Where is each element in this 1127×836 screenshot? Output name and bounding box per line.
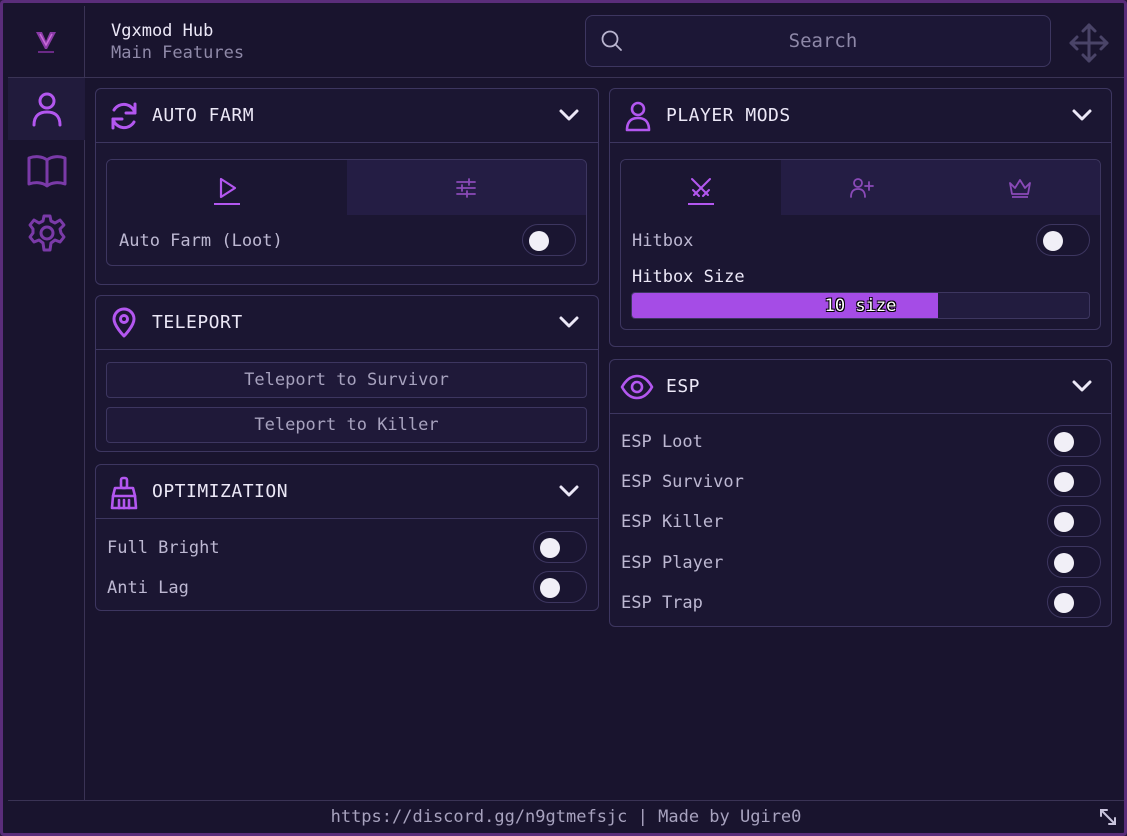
eye-icon [620, 373, 654, 405]
auto-farm-tabbox: Auto Farm (Loot) [106, 159, 587, 266]
slider-value: 10 size [824, 296, 897, 316]
esp-survivor-label: ESP Survivor [621, 472, 744, 492]
esp-loot-toggle[interactable] [1047, 425, 1101, 457]
player-mods-header[interactable]: PLAYER MODS [610, 89, 1111, 143]
chevron-down-icon[interactable] [1071, 378, 1093, 398]
auto-farm-title: AUTO FARM [152, 105, 255, 126]
teleport-panel: TELEPORT Teleport to Survivor Teleport t… [95, 295, 599, 452]
auto-farm-panel: AUTO FARM Auto Farm (Loot) [95, 88, 599, 285]
user-icon [32, 92, 61, 127]
search-icon [600, 29, 624, 57]
header: Vgxmod Hub Main Features Search [8, 6, 1124, 78]
esp-panel: ESP ESP Loot ESP Survivor ESP Killer ESP… [609, 359, 1112, 627]
esp-player-toggle[interactable] [1047, 546, 1101, 578]
auto-farm-toggle[interactable] [522, 224, 576, 256]
esp-player-label: ESP Player [621, 553, 724, 573]
teleport-title: TELEPORT [152, 312, 243, 333]
move-icon[interactable] [1068, 22, 1110, 68]
user-plus-icon [849, 177, 874, 198]
tab-combat[interactable] [621, 160, 781, 215]
tab-crown[interactable] [940, 160, 1100, 215]
auto-farm-tabs [107, 160, 586, 215]
player-mods-title: PLAYER MODS [666, 105, 791, 126]
teleport-killer-button[interactable]: Teleport to Killer [106, 407, 587, 443]
toggle-knob [1054, 432, 1074, 452]
toggle-knob [1054, 472, 1074, 492]
player-mods-tabbox: Hitbox Hitbox Size 10 size [620, 159, 1101, 330]
footer: https://discord.gg/n9gtmefsjc | Made by … [8, 800, 1124, 833]
hitbox-toggle[interactable] [1036, 224, 1090, 256]
chevron-down-icon[interactable] [558, 107, 580, 127]
tab-active-indicator [213, 203, 240, 205]
player-mods-panel: PLAYER MODS Hitbox Hitbox Size 10 size [609, 88, 1112, 347]
sidebar-item-settings[interactable] [8, 202, 85, 264]
search-input[interactable]: Search [585, 15, 1051, 67]
play-icon [219, 177, 236, 198]
esp-loot-label: ESP Loot [621, 432, 703, 452]
chevron-down-icon[interactable] [1071, 107, 1093, 127]
hitbox-size-slider[interactable]: 10 size [631, 292, 1090, 319]
sidebar-item-player[interactable] [8, 78, 85, 140]
esp-killer-toggle[interactable] [1047, 505, 1101, 537]
esp-killer-label: ESP Killer [621, 512, 724, 532]
full-bright-label: Full Bright [107, 538, 220, 558]
esp-trap-toggle[interactable] [1047, 586, 1101, 618]
tab-settings[interactable] [346, 160, 586, 215]
tab-play[interactable] [107, 160, 347, 215]
teleport-survivor-button[interactable]: Teleport to Survivor [106, 362, 587, 398]
esp-survivor-toggle[interactable] [1047, 465, 1101, 497]
resize-icon[interactable] [1098, 807, 1118, 832]
sidebar-item-book[interactable] [8, 140, 85, 202]
chevron-down-icon[interactable] [558, 483, 580, 503]
toggle-knob [529, 231, 549, 251]
app-subtitle: Main Features [111, 43, 245, 63]
toggle-knob [540, 538, 560, 558]
map-pin-icon [108, 307, 140, 343]
optimization-title: OPTIMIZATION [152, 481, 289, 502]
optimization-header[interactable]: OPTIMIZATION [96, 465, 598, 519]
logo [8, 6, 85, 78]
optimization-panel: OPTIMIZATION Full Bright Anti Lag [95, 464, 599, 611]
app-window: Vgxmod Hub Main Features Search AUTO FAR… [0, 0, 1127, 836]
toggle-knob [1043, 231, 1063, 251]
swords-icon [690, 177, 711, 197]
crown-icon [1009, 178, 1032, 198]
full-bright-toggle[interactable] [533, 531, 587, 563]
sidebar [8, 78, 85, 800]
sliders-icon [456, 177, 477, 198]
tab-add-user[interactable] [780, 160, 941, 215]
anti-lag-label: Anti Lag [107, 578, 189, 598]
esp-trap-label: ESP Trap [621, 593, 703, 613]
user-icon [622, 100, 654, 136]
toggle-knob [1054, 593, 1074, 613]
title-block: Vgxmod Hub Main Features [111, 20, 244, 64]
esp-header[interactable]: ESP [610, 360, 1111, 414]
app-title: Vgxmod Hub [111, 21, 214, 41]
search-placeholder: Search [788, 30, 858, 52]
tab-active-indicator [687, 203, 714, 205]
toggle-knob [1054, 512, 1074, 532]
book-icon [27, 155, 66, 188]
teleport-header[interactable]: TELEPORT [96, 296, 598, 350]
hitbox-size-label: Hitbox Size [632, 267, 745, 287]
hitbox-label: Hitbox [632, 231, 694, 251]
toggle-knob [540, 578, 560, 598]
logo-icon [36, 32, 56, 53]
chevron-down-icon[interactable] [558, 314, 580, 334]
anti-lag-toggle[interactable] [533, 571, 587, 603]
esp-title: ESP [666, 376, 701, 397]
footer-text: https://discord.gg/n9gtmefsjc | Made by … [330, 807, 802, 827]
toggle-knob [1054, 553, 1074, 573]
refresh-icon [108, 100, 140, 136]
player-mods-tabs [621, 160, 1100, 215]
gear-icon [28, 214, 65, 252]
auto-farm-label: Auto Farm (Loot) [119, 231, 283, 251]
auto-farm-header[interactable]: AUTO FARM [96, 89, 598, 143]
broom-icon [108, 476, 140, 514]
